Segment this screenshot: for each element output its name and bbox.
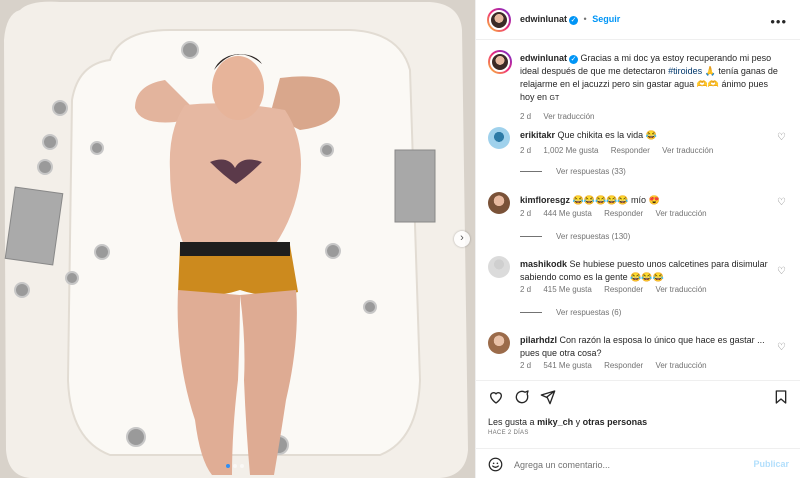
comment-text: kimfloresgz 😂😂😂😂😂 mío 😍 <box>520 194 780 207</box>
verified-icon: ✓ <box>569 16 578 25</box>
heart-icon[interactable]: ♡ <box>777 132 786 143</box>
emoji-icon[interactable] <box>488 457 503 472</box>
comment-input[interactable] <box>514 457 744 472</box>
post-actions: Les gusta a miky_ch y otras personas HAC… <box>476 380 800 478</box>
comment-icon[interactable] <box>514 389 530 405</box>
view-replies-button[interactable]: Ver respuestas (33) <box>520 167 626 176</box>
comment-username[interactable]: erikitakr <box>520 130 555 140</box>
comment-age: 2 d <box>520 146 532 155</box>
comments-list[interactable]: edwinlunat ✓ Gracias a mi doc ya estoy re… <box>476 40 800 380</box>
reply-button[interactable]: Responder <box>604 285 643 294</box>
post-media[interactable]: › <box>0 0 475 478</box>
comment-likes[interactable]: 541 Me gusta <box>543 361 591 370</box>
translate-link[interactable]: Ver traducción <box>655 209 706 218</box>
commenter-avatar[interactable] <box>488 256 510 278</box>
caption-age: 2 d <box>520 112 532 121</box>
carousel-next-button[interactable]: › <box>454 231 470 247</box>
commenter-avatar[interactable] <box>488 127 510 149</box>
comment-username[interactable]: mashikodk <box>520 259 567 269</box>
comment-composer: Publicar <box>476 448 800 478</box>
send-icon[interactable] <box>540 389 556 405</box>
likes-prefix: Les gusta a <box>488 417 535 427</box>
translate-link[interactable]: Ver traducción <box>655 361 706 370</box>
carousel-indicator <box>226 464 244 468</box>
hashtag-link[interactable]: #tiroides <box>668 66 702 76</box>
translate-link[interactable]: Ver traducción <box>543 112 594 121</box>
carousel-dot <box>233 464 237 468</box>
comment-likes[interactable]: 1,002 Me gusta <box>543 146 598 155</box>
post-panel: edwinlunat ✓ • Seguir ••• edwinlunat ✓ Gra… <box>475 0 800 478</box>
likes-summary: Les gusta a miky_ch y otras personas <box>488 417 647 427</box>
author-username[interactable]: edwinlunat <box>520 14 567 24</box>
more-horizontal-icon[interactable]: ••• <box>770 14 787 29</box>
comment-text: pilarhdzl Con razón la esposa lo único q… <box>520 334 780 360</box>
view-replies-button[interactable]: Ver respuestas (130) <box>520 232 630 241</box>
bookmark-icon[interactable] <box>773 389 789 405</box>
carousel-dot <box>240 464 244 468</box>
verified-icon: ✓ <box>569 55 578 64</box>
post-date[interactable]: HACE 2 DÍAS <box>488 430 529 436</box>
follow-button[interactable]: Seguir <box>592 14 620 24</box>
heart-icon[interactable]: ♡ <box>777 197 786 208</box>
view-replies-button[interactable]: Ver respuestas (6) <box>520 308 621 317</box>
heart-icon[interactable]: ♡ <box>777 266 786 277</box>
likes-others-link[interactable]: otras personas <box>583 417 648 427</box>
caption-username[interactable]: edwinlunat <box>520 53 567 63</box>
comment-age: 2 d <box>520 361 532 370</box>
comment-likes[interactable]: 444 Me gusta <box>543 209 591 218</box>
header-title: edwinlunat ✓ • Seguir <box>520 14 620 25</box>
heart-icon[interactable]: ♡ <box>777 342 786 353</box>
caption-text: edwinlunat ✓ Gracias a mi doc ya estoy re… <box>520 52 780 105</box>
comment-age: 2 d <box>520 285 532 294</box>
comment-text: mashikodk Se hubiese puesto unos calceti… <box>520 258 780 284</box>
likes-user-link[interactable]: miky_ch <box>537 417 573 427</box>
flag-gt: GT <box>549 95 560 102</box>
comment-likes[interactable]: 415 Me gusta <box>543 285 591 294</box>
translate-link[interactable]: Ver traducción <box>662 146 713 155</box>
comment-meta: 2 d 444 Me gusta Responder Ver traducció… <box>520 209 717 218</box>
comment-body: 😂😂😂😂😂 mío 😍 <box>572 195 660 205</box>
author-avatar[interactable] <box>487 8 511 32</box>
chevron-right-icon: › <box>460 232 464 244</box>
separator-dot: • <box>583 14 587 24</box>
publish-button[interactable]: Publicar <box>753 459 789 469</box>
heart-icon[interactable] <box>488 389 504 405</box>
commenter-avatar[interactable] <box>488 332 510 354</box>
reply-button[interactable]: Responder <box>604 361 643 370</box>
comment-username[interactable]: kimfloresgz <box>520 195 570 205</box>
carousel-dot <box>226 464 230 468</box>
reply-button[interactable]: Responder <box>604 209 643 218</box>
comment-body: Que chikita es la vida 😂 <box>557 130 657 140</box>
comment-meta: 2 d 541 Me gusta Responder Ver traducció… <box>520 361 717 370</box>
comment-meta: 2 d 1,002 Me gusta Responder Ver traducc… <box>520 146 723 155</box>
translate-link[interactable]: Ver traducción <box>655 285 706 294</box>
comment-meta: 2 d 415 Me gusta Responder Ver traducció… <box>520 285 717 294</box>
commenter-avatar[interactable] <box>488 192 510 214</box>
post-header: edwinlunat ✓ • Seguir ••• <box>476 0 800 40</box>
comment-text: erikitakr Que chikita es la vida 😂 <box>520 129 780 142</box>
comment-age: 2 d <box>520 209 532 218</box>
reply-button[interactable]: Responder <box>611 146 650 155</box>
likes-and: y <box>575 417 581 427</box>
caption-meta: 2 d Ver traducción <box>520 112 605 121</box>
comment-username[interactable]: pilarhdzl <box>520 335 557 345</box>
author-avatar[interactable] <box>488 50 512 74</box>
post-photo <box>0 0 475 478</box>
comment-body: Con razón la esposa lo único que hace es… <box>520 335 765 358</box>
